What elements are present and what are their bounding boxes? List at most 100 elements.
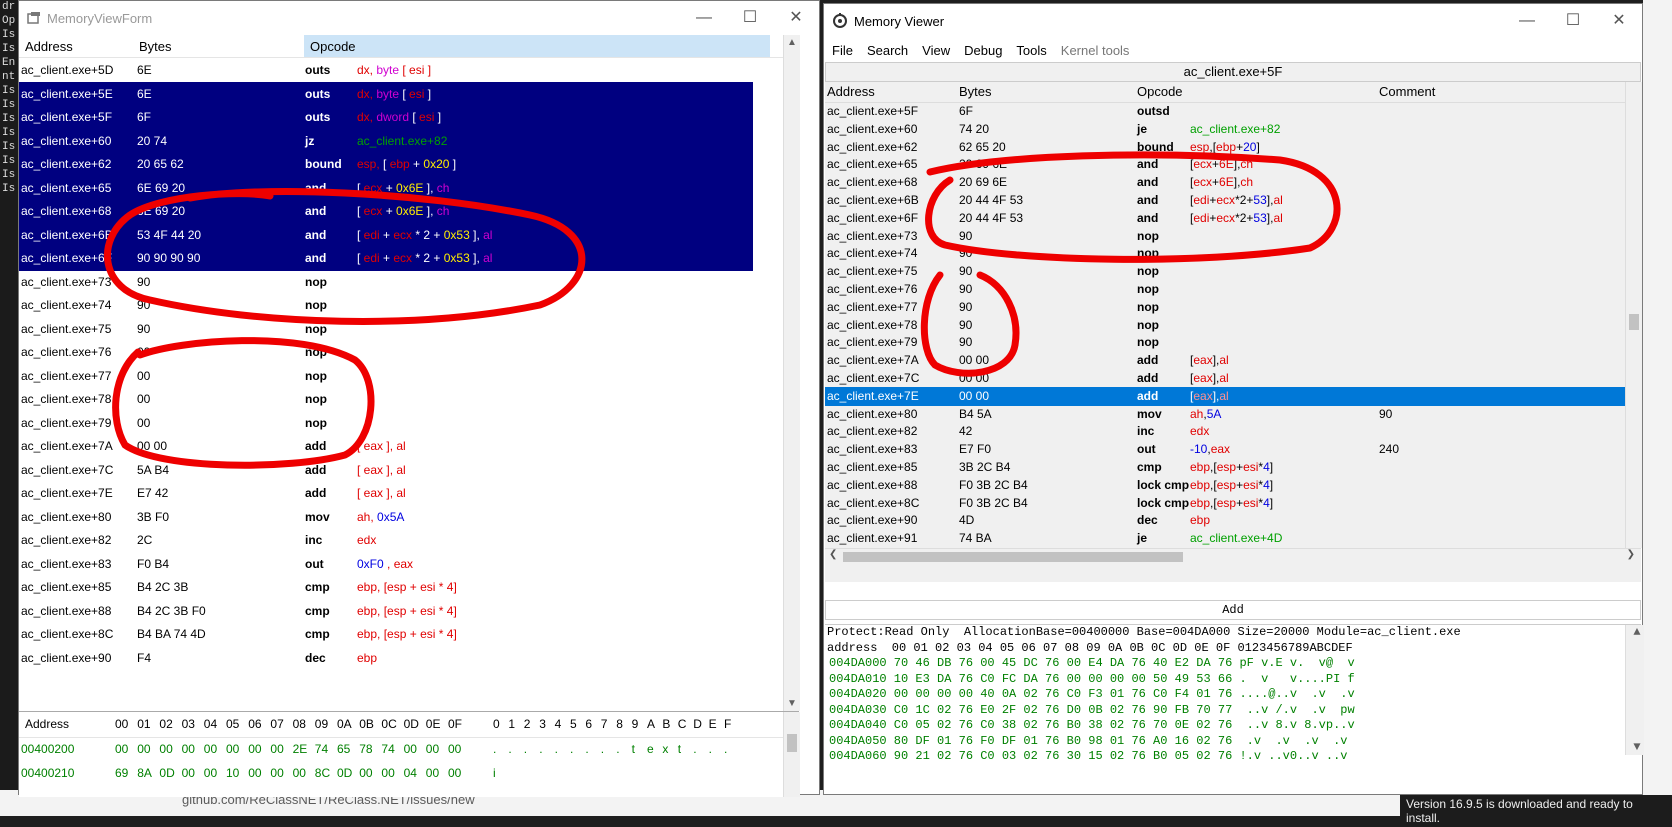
hex-byte[interactable]: 00 (226, 742, 239, 756)
disasm-row[interactable]: ac_client.exe+6F 20 44 4F 53 and [edi+ecx*2… (825, 209, 1625, 228)
hex-scroll-down[interactable]: ▼ (1626, 740, 1646, 756)
disasm-row[interactable]: ac_client.exe+88 F0 3B 2C B4 lock cmp ebp,[… (825, 476, 1625, 495)
hex-byte[interactable]: 00 (448, 742, 461, 756)
hex-byte[interactable]: 00 (381, 766, 394, 780)
hex-byte[interactable]: 74 (315, 742, 328, 756)
disasm-row[interactable]: ac_client.exe+7E 00 00 add [eax],al (825, 386, 1625, 406)
hex-byte[interactable]: 2E (293, 742, 308, 756)
hex-byte[interactable]: 0D (337, 766, 352, 780)
disasm-row[interactable]: ac_client.exe+5E 6E outs dx, byte [ esi ] (19, 81, 753, 107)
disasm-row[interactable]: ac_client.exe+77 90 nop (825, 298, 1625, 317)
hex-byte[interactable]: 65 (337, 742, 350, 756)
disasm-row[interactable]: ac_client.exe+79 90 nop (825, 333, 1625, 352)
column-header-comment[interactable]: Comment (1379, 84, 1435, 99)
disasm-row[interactable]: ac_client.exe+78 00 nop (19, 387, 753, 412)
w2-titlebar[interactable]: Memory Viewer — ☐ ✕ (824, 4, 1642, 38)
minimize-button[interactable]: — (681, 1, 727, 35)
hex-row[interactable]: 00400200 00 00 00 00 00 00 00 00 2E 74 65 78 74 00 00 00… (19, 737, 779, 762)
disasm-row[interactable]: ac_client.exe+6B 20 44 4F 53 and [edi+ecx*2… (825, 191, 1625, 210)
disasm-row[interactable]: ac_client.exe+83 E7 F0 out -10,eax 240 (825, 440, 1625, 459)
hex-scroll-up[interactable]: ▲ (1626, 625, 1646, 641)
hex-byte[interactable]: 00 (182, 742, 195, 756)
disasm-row[interactable]: ac_client.exe+75 90 nop (19, 317, 753, 342)
hex-byte[interactable]: 00 (137, 742, 150, 756)
disasm-row[interactable]: ac_client.exe+76 90 nop (825, 280, 1625, 299)
column-header-opcode[interactable]: Opcode (1137, 84, 1183, 99)
disasm-row[interactable]: ac_client.exe+8C F0 3B 2C B4 lock cmp ebp,[… (825, 494, 1625, 513)
hex-dump-row[interactable]: 004DA010 10 E3 DA 76 C0 FC DA 76 00 00 0… (827, 672, 1641, 688)
menu-file[interactable]: File (832, 43, 853, 58)
scroll-left-arrow[interactable]: ❮ (829, 549, 837, 560)
column-header-address[interactable]: Address (827, 84, 875, 99)
disasm-row[interactable]: ac_client.exe+5F 6F outs dx, dword [ esi ] (19, 105, 753, 130)
disasm-row[interactable]: ac_client.exe+74 90 nop (19, 293, 753, 318)
disasm-row[interactable]: ac_client.exe+79 00 nop (19, 411, 753, 436)
minimize-button[interactable]: — (1504, 4, 1550, 38)
hex-byte[interactable]: 00 (115, 742, 128, 756)
disasm-row[interactable]: ac_client.exe+60 20 74 jz ac_client.exe+82 (19, 128, 753, 154)
disasm-row[interactable]: ac_client.exe+5D 6E outs dx, byte [ esi ] (19, 58, 753, 83)
disasm-row[interactable]: ac_client.exe+60 74 20 je ac_client.exe+82 (825, 120, 1625, 139)
hex-byte[interactable]: 00 (270, 766, 283, 780)
disasm-row[interactable]: ac_client.exe+6F 90 90 90 90 and [ edi + ec… (19, 246, 753, 271)
hex-vertical-scrollbar[interactable]: ▲ ▼ (1625, 625, 1644, 755)
w2-horizontal-scrollbar[interactable]: ❮ ❯ (825, 548, 1641, 565)
disasm-row[interactable]: ac_client.exe+83 F0 B4 out 0xF0 , eax (19, 552, 753, 577)
hex-byte[interactable]: 00 (248, 766, 261, 780)
hex-byte[interactable]: 00 (182, 766, 195, 780)
hex-byte[interactable]: 8A (137, 766, 152, 780)
disasm-row[interactable]: ac_client.exe+7C 00 00 add [eax],al (825, 369, 1625, 388)
disasm-row[interactable]: ac_client.exe+7E E7 42 add [ eax ], al (19, 481, 753, 506)
scroll-right-arrow[interactable]: ❯ (1627, 549, 1635, 560)
disasm-row[interactable]: ac_client.exe+65 6E 69 20 and [ ecx + 0x6E … (19, 175, 753, 201)
disasm-row[interactable]: ac_client.exe+85 B4 2C 3B cmp ebp, [esp + e… (19, 575, 753, 600)
disasm-row[interactable]: ac_client.exe+65 20 69 6E and [ecx+6E],ch (825, 155, 1625, 174)
hex-byte[interactable]: 00 (426, 742, 439, 756)
hex-scrollbar[interactable] (783, 712, 800, 797)
hex-byte[interactable]: 8C (315, 766, 330, 780)
scroll-up-arrow[interactable]: ▲ (784, 37, 800, 48)
disasm-row[interactable]: ac_client.exe+68 20 69 6E and [ecx+6E],ch (825, 173, 1625, 192)
disasm-row[interactable]: ac_client.exe+78 90 nop (825, 316, 1625, 335)
disasm-row[interactable]: ac_client.exe+7C 5A B4 add [ eax ], al (19, 458, 753, 483)
address-bar[interactable]: ac_client.exe+5F (825, 62, 1641, 82)
w1-titlebar[interactable]: MemoryViewForm — ☐ ✕ (19, 1, 819, 35)
disasm-row[interactable]: ac_client.exe+75 90 nop (825, 262, 1625, 281)
disasm-row[interactable]: ac_client.exe+8C B4 BA 74 4D cmp ebp, [esp … (19, 622, 753, 647)
maximize-button[interactable]: ☐ (727, 1, 773, 35)
disasm-row[interactable]: ac_client.exe+62 20 65 62 bound esp, [ ebp … (19, 152, 753, 177)
hex-byte[interactable]: 00 (270, 742, 283, 756)
menu-view[interactable]: View (922, 43, 950, 58)
close-button[interactable]: ✕ (773, 1, 819, 35)
hex-byte[interactable]: 00 (248, 742, 261, 756)
add-button[interactable]: Add (825, 600, 1641, 620)
hex-row[interactable]: 00400210 69 8A 0D 00 00 10 00 00 00 8C 0D 00 00 04 00 00… (19, 761, 779, 786)
h-scroll-thumb[interactable] (843, 552, 1183, 562)
disasm-rows[interactable]: ac_client.exe+5F 6F outsd ac_client.exe+60 7… (825, 102, 1625, 548)
disasm-row[interactable]: ac_client.exe+6B 53 4F 44 20 and [ edi + ec… (19, 222, 753, 248)
hex-dump-row[interactable]: 004DA040 C0 05 02 76 C0 38 02 76 B0 38 0… (827, 718, 1641, 734)
hex-view[interactable]: Address 00 01 02 03 04 05 06 07 08 09 0A 0B 0C 0D 0E 0F… (19, 711, 800, 797)
disasm-row[interactable]: ac_client.exe+82 42 inc edx (825, 422, 1625, 441)
disasm-row[interactable]: ac_client.exe+73 90 nop (19, 270, 753, 295)
column-header-address[interactable]: Address (25, 39, 73, 54)
menu-debug[interactable]: Debug (964, 43, 1002, 58)
disasm-row[interactable]: ac_client.exe+90 F4 dec ebp (19, 646, 753, 671)
disasm-row[interactable]: ac_client.exe+73 90 nop (825, 227, 1625, 246)
hex-panel[interactable]: Protect:Read Only AllocationBase=0040000… (825, 624, 1644, 775)
column-header-opcode[interactable]: Opcode (310, 39, 356, 54)
column-header-bytes[interactable]: Bytes (959, 84, 992, 99)
hex-byte[interactable]: 00 (404, 742, 417, 756)
w1-vertical-scrollbar[interactable]: ▲ ▼ (783, 35, 800, 711)
disasm-row[interactable]: ac_client.exe+91 74 BA je ac_client.exe+4D (825, 529, 1625, 548)
hex-byte[interactable]: 00 (448, 766, 461, 780)
hex-dump-row[interactable]: 004DA050 80 DF 01 76 F0 DF 01 76 B0 98 0… (827, 734, 1641, 750)
hex-byte[interactable]: 00 (359, 766, 372, 780)
disasm-row[interactable]: ac_client.exe+68 6E 69 20 and [ ecx + 0x6E … (19, 199, 753, 224)
hex-byte[interactable]: 00 (426, 766, 439, 780)
update-notification[interactable]: Version 16.9.5 is downloaded and ready t… (1400, 795, 1672, 827)
disasm-row[interactable]: ac_client.exe+7A 00 00 add [ eax ], al (19, 434, 753, 459)
disasm-row[interactable]: ac_client.exe+74 90 nop (825, 244, 1625, 263)
disasm-row[interactable]: ac_client.exe+88 B4 2C 3B F0 cmp ebp, [esp … (19, 599, 753, 624)
w2-vertical-scrollbar[interactable] (1625, 82, 1642, 548)
